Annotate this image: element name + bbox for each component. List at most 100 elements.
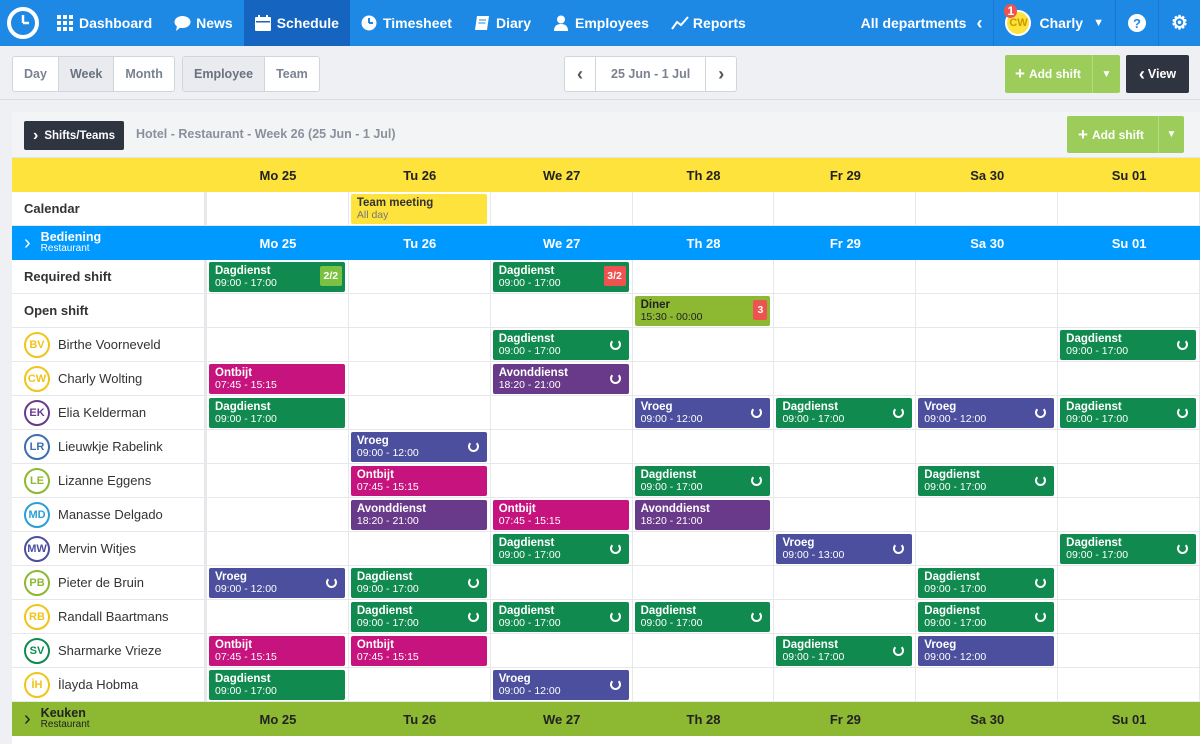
employee-label[interactable]: LR Lieuwkje Rabelink [12,430,207,463]
shift-block[interactable]: Dagdienst 09:00 - 17:00 [918,568,1055,598]
shift-block[interactable]: Dagdienst 09:00 - 17:00 2/2 [209,262,345,292]
day-cell[interactable]: Dagdienst 09:00 - 17:00 [774,396,917,429]
department-selector[interactable]: All departments ‹ [850,0,994,46]
shift-block[interactable]: Dagdienst 09:00 - 17:00 [492,602,629,632]
day-cell[interactable]: Ontbijt 07:45 - 15:15 [349,464,491,497]
nav-schedule[interactable]: Schedule [243,0,350,46]
day-cell[interactable] [774,668,917,701]
shift-block[interactable]: Dagdienst 09:00 - 17:00 [776,398,913,428]
shift-block[interactable]: Dagdienst 09:00 - 17:00 [634,602,771,632]
day-cell[interactable]: Dagdienst 09:00 - 17:00 [207,396,349,429]
shift-block[interactable]: Ontbijt 07:45 - 15:15 [209,364,345,394]
shift-block[interactable]: Dagdienst 09:00 - 17:00 [776,636,913,666]
shift-block[interactable]: Ontbijt 07:45 - 15:15 [492,500,629,530]
day-cell[interactable] [1058,498,1200,531]
day-cell[interactable]: Dagdienst 09:00 - 17:00 [491,328,633,361]
shift-block[interactable]: Ontbijt 07:45 - 15:15 [350,636,487,666]
help-button[interactable]: ? [1116,0,1158,46]
day-cell[interactable] [207,328,349,361]
day-cell[interactable]: Vroeg 09:00 - 12:00 [491,668,633,701]
view-options-button[interactable]: ‹ View [1126,55,1189,93]
day-cell[interactable] [916,328,1059,361]
day-cell[interactable]: Dagdienst 09:00 - 17:00 [349,566,491,599]
nav-reports[interactable]: Reports [660,0,757,46]
day-cell[interactable]: Ontbijt 07:45 - 15:15 [207,362,349,395]
day-cell[interactable] [207,498,349,531]
card-add-shift-button[interactable]: + Add shift ▼ [1067,116,1184,153]
employee-label[interactable]: EK Elia Kelderman [12,396,207,429]
day-cell[interactable] [491,396,633,429]
shift-block[interactable]: Dagdienst 09:00 - 17:00 [209,670,345,700]
nav-timesheet[interactable]: Timesheet [350,0,463,46]
shift-block[interactable]: Vroeg 09:00 - 12:00 [634,398,771,428]
day-cell[interactable]: Dagdienst 09:00 - 17:00 [1058,396,1200,429]
day-cell[interactable]: Dagdienst 09:00 - 17:00 [916,566,1059,599]
day-cell[interactable] [633,532,775,565]
day-cell[interactable] [1058,294,1200,327]
day-cell[interactable]: Ontbijt 07:45 - 15:15 [491,498,633,531]
calendar-event[interactable]: Team meeting All day [350,194,487,224]
day-cell[interactable]: Dagdienst 09:00 - 17:00 [916,464,1059,497]
day-cell[interactable] [491,464,633,497]
day-cell[interactable] [633,566,775,599]
day-cell[interactable] [1058,430,1200,463]
shift-block[interactable]: Vroeg 09:00 - 12:00 [492,670,629,700]
shift-block[interactable]: Dagdienst 09:00 - 17:00 [918,466,1055,496]
day-cell[interactable] [207,464,349,497]
shift-block[interactable]: Dagdienst 09:00 - 17:00 [918,602,1055,632]
shift-block[interactable]: Dagdienst 09:00 - 17:00 [1060,330,1197,360]
shift-block[interactable]: Vroeg 09:00 - 13:00 [776,534,913,564]
day-cell[interactable] [774,294,917,327]
day-cell[interactable]: Vroeg 09:00 - 12:00 [633,396,775,429]
day-cell[interactable]: Vroeg 09:00 - 12:00 [207,566,349,599]
group-employee-button[interactable]: Employee [183,57,266,91]
employee-label[interactable]: İH İlayda Hobma [12,668,207,701]
next-week-button[interactable]: › [706,57,736,91]
day-cell[interactable] [633,260,775,293]
day-cell[interactable]: Diner 15:30 - 00:00 3 [633,294,775,327]
day-cell[interactable] [1058,566,1200,599]
employee-label[interactable]: RB Randall Baartmans [12,600,207,633]
shift-block[interactable]: Vroeg 09:00 - 12:00 [350,432,487,462]
date-range[interactable]: 25 Jun - 1 Jul [596,57,707,91]
day-cell[interactable] [349,294,491,327]
user-menu[interactable]: 1 CW Charly ▼ [994,0,1114,46]
day-cell[interactable]: Dagdienst 09:00 - 17:00 [491,532,633,565]
shift-block[interactable]: Dagdienst 09:00 - 17:00 [1060,398,1197,428]
day-cell[interactable] [774,600,917,633]
day-cell[interactable]: Dagdienst 09:00 - 17:00 [491,600,633,633]
day-cell[interactable]: Dagdienst 09:00 - 17:00 [1058,532,1200,565]
shift-block[interactable]: Ontbijt 07:45 - 15:15 [209,636,345,666]
day-cell[interactable]: Dagdienst 09:00 - 17:00 2/2 [207,260,349,293]
nav-dashboard[interactable]: Dashboard [46,0,163,46]
day-cell[interactable] [633,634,775,667]
day-cell[interactable] [774,328,917,361]
shift-block[interactable]: Dagdienst 09:00 - 17:00 3/2 [492,262,629,292]
shift-block[interactable]: Vroeg 09:00 - 12:00 [918,636,1055,666]
day-cell[interactable] [491,566,633,599]
day-cell[interactable] [916,192,1059,225]
shift-block[interactable]: Avonddienst 18:20 - 21:00 [634,500,771,530]
day-cell[interactable]: Vroeg 09:00 - 12:00 [916,396,1059,429]
day-cell[interactable] [916,430,1059,463]
day-cell[interactable] [774,362,917,395]
day-cell[interactable] [774,260,917,293]
employee-label[interactable]: CW Charly Wolting [12,362,207,395]
day-cell[interactable] [207,600,349,633]
add-shift-button[interactable]: + Add shift ▼ [1005,55,1120,93]
view-week-button[interactable]: Week [58,57,115,91]
day-cell[interactable] [491,192,633,225]
employee-label[interactable]: LE Lizanne Eggens [12,464,207,497]
day-cell[interactable]: Ontbijt 07:45 - 15:15 [349,634,491,667]
day-cell[interactable] [1058,600,1200,633]
day-cell[interactable] [1058,464,1200,497]
day-cell[interactable] [1058,634,1200,667]
day-cell[interactable] [207,294,349,327]
day-cell[interactable] [207,430,349,463]
day-cell[interactable]: Dagdienst 09:00 - 17:00 3/2 [491,260,633,293]
day-cell[interactable]: Ontbijt 07:45 - 15:15 [207,634,349,667]
shift-block[interactable]: Dagdienst 09:00 - 17:00 [492,330,629,360]
day-cell[interactable] [633,430,775,463]
shift-block[interactable]: Avonddienst 18:20 - 21:00 [350,500,487,530]
day-cell[interactable]: Dagdienst 09:00 - 17:00 [916,600,1059,633]
